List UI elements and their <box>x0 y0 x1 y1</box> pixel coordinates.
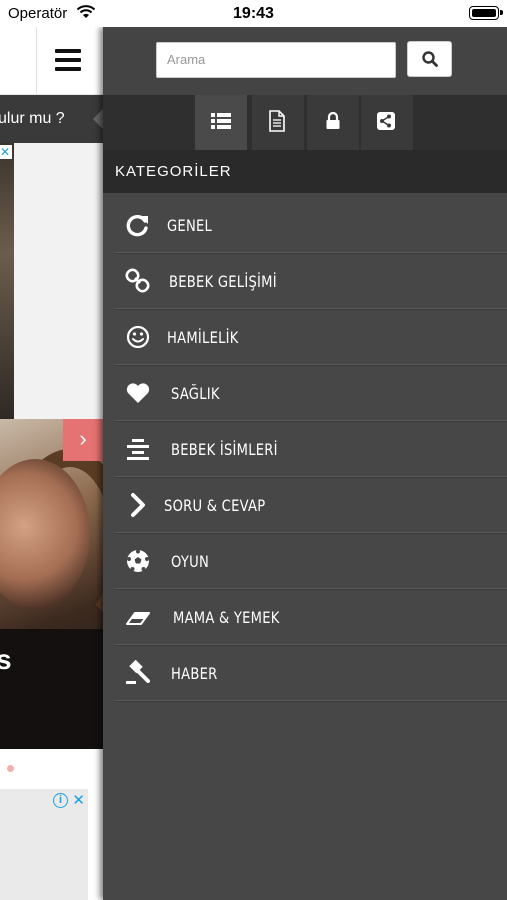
link-icon <box>125 268 150 293</box>
search-button[interactable] <box>407 41 452 77</box>
slider-next-button[interactable]: › <box>63 419 103 461</box>
category-label: BEBEK İSİMLERİ <box>171 440 278 459</box>
category-label: OYUN <box>171 552 210 571</box>
slider-pagination <box>0 749 103 789</box>
heart-icon <box>126 383 150 403</box>
search-input[interactable]: Arama <box>156 42 396 78</box>
status-time: 19:43 <box>233 5 274 22</box>
soccer-ball-icon <box>127 549 149 572</box>
status-bar: Operatör 19:43 <box>0 0 507 27</box>
ad-info-icon[interactable]: i <box>53 793 68 808</box>
ad-banner[interactable]: ✕ <box>0 143 103 419</box>
category-item-genel[interactable]: GENEL <box>115 197 507 253</box>
search-icon <box>422 51 438 67</box>
ad-banner-bottom[interactable]: i ✕ <box>0 789 88 900</box>
tab-share[interactable] <box>361 95 413 150</box>
news-ticker[interactable]: ulur mu ? <box>0 95 103 143</box>
ticker-arrow-icon <box>93 109 103 129</box>
tab-categories[interactable] <box>195 95 247 150</box>
categories-header: KATEGORİLER <box>103 150 507 193</box>
share-icon <box>377 112 395 130</box>
category-label: HABER <box>171 664 218 683</box>
slider-caption-fragment: s <box>0 644 12 675</box>
smile-icon <box>126 325 150 349</box>
ad-close-icon[interactable]: ✕ <box>72 791 85 809</box>
pagination-dot[interactable] <box>7 765 14 772</box>
lock-icon <box>326 112 340 129</box>
gavel-icon <box>126 660 150 684</box>
side-drawer: Arama KATEGORİLER GENEL BEBEK GELİŞİMİ H… <box>103 27 507 900</box>
eraser-icon <box>126 612 150 625</box>
category-label: MAMA & YEMEK <box>173 608 280 627</box>
category-item-bebek-gelisimi[interactable]: BEBEK GELİŞİMİ <box>115 253 507 309</box>
category-item-soru-cevap[interactable]: SORU & CEVAP <box>115 477 507 533</box>
ad-close-icon[interactable]: ✕ <box>0 145 12 159</box>
drawer-tabs <box>103 95 507 150</box>
tab-pages[interactable] <box>252 95 304 150</box>
category-item-haber[interactable]: HABER <box>115 645 507 701</box>
battery-icon <box>469 6 503 20</box>
category-item-bebek-isimleri[interactable]: BEBEK İSİMLERİ <box>115 421 507 477</box>
list-icon <box>211 113 231 129</box>
slider-photo[interactable]: s › <box>0 419 103 749</box>
category-label: GENEL <box>167 216 213 235</box>
category-label: BEBEK GELİŞİMİ <box>169 272 277 291</box>
chevron-right-icon <box>131 493 145 517</box>
category-list: GENEL BEBEK GELİŞİMİ HAMİLELİK SAĞLIK BE… <box>115 197 507 701</box>
header-divider <box>36 27 37 95</box>
ticker-text[interactable]: ulur mu ? <box>0 110 65 128</box>
category-item-hamilelik[interactable]: HAMİLELİK <box>115 309 507 365</box>
category-label: HAMİLELİK <box>167 328 239 347</box>
categories-title: KATEGORİLER <box>115 163 232 180</box>
refresh-icon <box>126 214 148 237</box>
main-page: ulur mu ? ✕ s › i ✕ <box>0 27 103 900</box>
app-header <box>0 27 103 95</box>
drawer-search-bar: Arama <box>103 27 507 95</box>
document-icon <box>269 110 285 132</box>
tab-login[interactable] <box>307 95 359 150</box>
ad-image <box>0 143 14 419</box>
photo-shadow <box>0 629 103 749</box>
align-center-icon <box>127 439 149 460</box>
category-label: SAĞLIK <box>171 384 220 403</box>
category-item-oyun[interactable]: OYUN <box>115 533 507 589</box>
category-item-mama-yemek[interactable]: MAMA & YEMEK <box>115 589 507 645</box>
category-label: SORU & CEVAP <box>164 496 266 515</box>
menu-hamburger-icon[interactable] <box>55 49 81 71</box>
category-item-saglik[interactable]: SAĞLIK <box>115 365 507 421</box>
